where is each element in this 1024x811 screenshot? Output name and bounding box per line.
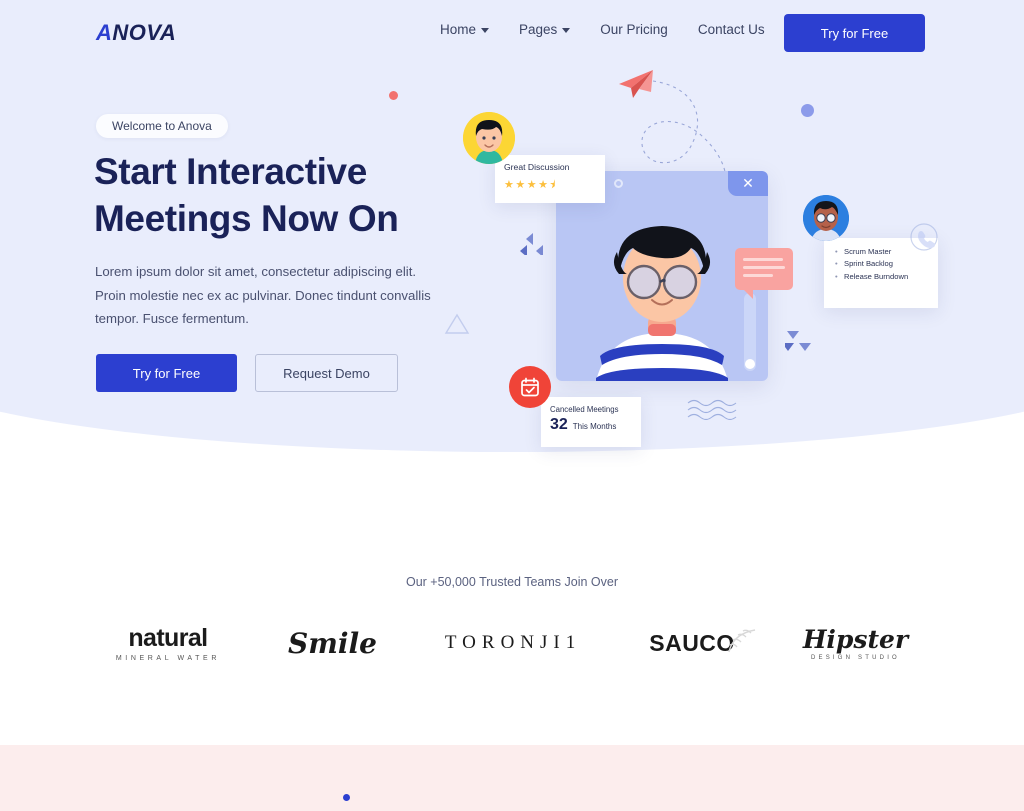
nav-label-pages: Pages [519,22,558,37]
blue-triangle-group-left [520,233,543,255]
pink-section [0,745,1024,811]
brand-name: Hipster [802,625,909,654]
page-title: Start Interactive Meetings Now On [94,151,399,239]
cancelled-meetings-card: Cancelled Meetings 32 This Months [541,397,641,447]
periwinkle-dot-decoration [801,104,814,117]
great-discussion-card: Great Discussion ★★★★⯨ [495,155,605,203]
nav-label-home: Home [440,22,477,37]
hero-button-group: Try for Free Request Demo [96,354,398,392]
brand-logo-sauco: SAUCO [649,628,755,657]
nav-label-contact-us: Contact Us [697,22,765,37]
blue-triangle-group-right [785,331,811,351]
site-header: ANOVA Home Pages Our Pricing Contact Us … [0,0,1024,66]
discussion-card-title: Great Discussion [504,162,570,172]
brand-tagline: DESIGN STUDIO [810,655,900,661]
avatar-person-icon [463,112,515,164]
logo-accent-letter: A [96,20,113,45]
brand-name: TORONJI1 [444,632,582,653]
wave-lines-decoration [687,399,737,420]
nav-item-contact-us[interactable]: Contact Us [698,22,765,37]
record-circle-icon [614,179,623,188]
welcome-badge: Welcome to Anova [96,114,228,138]
brand-logo-row: natural MINERAL WATER Smile TORONJI1 SAU… [0,609,1024,674]
brand-logo-hipster: Hipster DESIGN STUDIO [796,625,909,661]
outline-triangle-decoration [444,313,470,334]
cancelled-card-stat-row: 32 This Months [550,416,632,434]
brand-logo-toronjii: TORONJI1 [445,632,581,654]
nav-item-home[interactable]: Home [440,22,490,37]
list-item: Sprint Backlog [834,258,930,271]
nav-label-our-pricing: Our Pricing [600,22,668,37]
brand-logo[interactable]: ANOVA [96,20,176,46]
phone-call-icon [909,222,939,252]
nav-item-pages[interactable]: Pages [519,22,571,37]
nav-item-our-pricing[interactable]: Our Pricing [600,22,668,37]
chat-bubble-icon [735,248,793,299]
chevron-down-icon [562,28,571,33]
blue-dot-decoration [343,794,350,801]
logo-rest-text: NOVA [112,20,177,45]
brand-logo-smile: Smile [287,623,377,664]
cancelled-card-title: Cancelled Meetings [550,405,619,414]
landing-page: ANOVA Home Pages Our Pricing Contact Us … [0,0,1024,811]
red-dot-decoration [389,91,398,100]
brand-tagline: MINERAL WATER [115,655,220,662]
volume-icon [745,359,755,369]
main-navigation: Home Pages Our Pricing Contact Us [440,22,765,37]
cancelled-period: This Months [572,422,617,431]
avatar-person-icon [803,195,849,241]
chevron-down-icon [481,28,490,33]
close-icon[interactable]: ✕ [728,171,768,196]
rating-stars: ★★★★⯨ [504,179,557,191]
hero-paragraph: Lorem ipsum dolor sit amet, consectetur … [95,264,431,326]
calendar-cancel-icon [509,366,551,408]
cancelled-count: 32 [550,416,568,433]
trusted-teams-label: Our +50,000 Trusted Teams Join Over [405,575,619,589]
header-try-for-free-button[interactable]: Try for Free [784,14,925,52]
avatar-blue [803,195,849,241]
leaf-icon [728,628,755,652]
calendar-icon [521,377,539,397]
brand-name: Smile [287,626,377,660]
brand-name: natural [128,624,208,652]
avatar-yellow [463,112,515,164]
hero-try-for-free-button[interactable]: Try for Free [96,354,237,392]
hero-request-demo-button[interactable]: Request Demo [255,354,398,392]
brand-name: SAUCO [649,629,735,656]
paper-plane-icon [619,70,653,98]
list-item: Release Burndown [834,271,930,284]
brand-logo-natural: natural MINERAL WATER [115,609,220,667]
